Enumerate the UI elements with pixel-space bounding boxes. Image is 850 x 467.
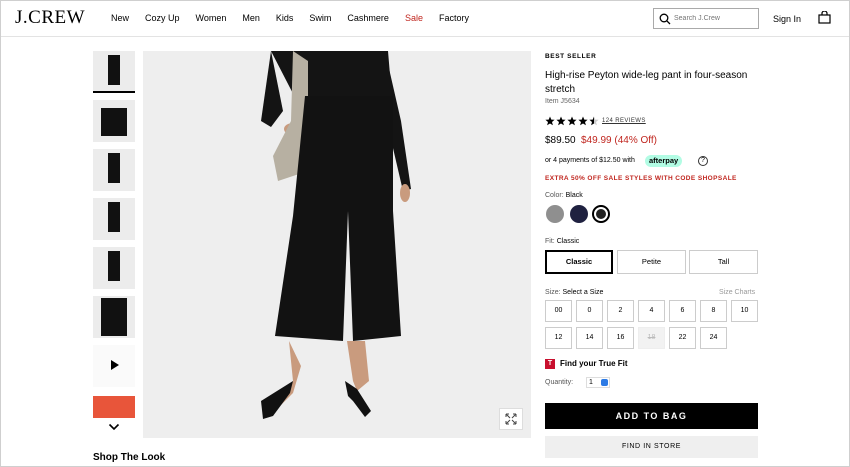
search-icon (659, 13, 671, 25)
swatch-black[interactable] (592, 205, 610, 223)
afterpay-text: or 4 payments of $12.50 with (545, 157, 635, 164)
size-00[interactable]: 00 (545, 300, 572, 322)
color-label: Color: Black (545, 192, 583, 199)
nav-cashmere[interactable]: Cashmere (347, 13, 389, 23)
thumbnail-front-2[interactable] (93, 149, 135, 191)
size-12[interactable]: 12 (545, 327, 572, 349)
size-4[interactable]: 4 (638, 300, 665, 322)
star-icon (578, 116, 588, 126)
thumbnail-back[interactable] (93, 247, 135, 289)
original-price: $89.50 (545, 135, 576, 146)
rating-stars[interactable] (545, 116, 600, 126)
product-main-image[interactable] (143, 51, 531, 438)
search-input[interactable] (674, 12, 754, 25)
star-icon (567, 116, 577, 126)
sale-price: $49.99 (44% Off) (581, 135, 657, 146)
fit-label: Fit: Classic (545, 238, 580, 245)
shopping-bag-icon[interactable] (818, 11, 831, 24)
expand-image-button[interactable] (499, 408, 523, 430)
size-2[interactable]: 2 (607, 300, 634, 322)
find-in-store-button[interactable]: FIND IN STORE (545, 436, 758, 458)
model-figure (261, 51, 411, 419)
thumbnail-flat[interactable] (93, 296, 135, 338)
color-value: Black (565, 192, 583, 199)
nav-kids[interactable]: Kids (276, 13, 294, 23)
thumbnail-front[interactable] (93, 51, 135, 93)
thumbnail-side[interactable] (93, 198, 135, 240)
sign-in-link[interactable]: Sign In (773, 14, 801, 24)
nav-women[interactable]: Women (196, 13, 227, 23)
fit-tall-button[interactable]: Tall (689, 250, 758, 274)
fit-petite-button[interactable]: Petite (617, 250, 686, 274)
nav-swim[interactable]: Swim (309, 13, 331, 23)
jcrew-logo[interactable]: J.CREW (15, 7, 85, 29)
item-number: Item J5634 (545, 98, 580, 105)
truefit-icon: T (545, 359, 555, 369)
swatch-grey[interactable] (546, 205, 564, 223)
nav-factory[interactable]: Factory (439, 13, 469, 23)
thumbnail-video[interactable] (93, 345, 135, 387)
size-8[interactable]: 8 (700, 300, 727, 322)
size-charts-link[interactable]: Size Charts (719, 289, 755, 296)
nav-men[interactable]: Men (242, 13, 260, 23)
star-icon (545, 116, 555, 126)
product-title: High-rise Peyton wide-leg pant in four-s… (545, 70, 748, 95)
quantity-select[interactable]: 1 (586, 377, 610, 388)
help-icon[interactable]: ? (698, 156, 708, 166)
size-10[interactable]: 10 (731, 300, 758, 322)
size-22[interactable]: 22 (669, 327, 696, 349)
half-star-icon (589, 116, 599, 126)
size-value: Select a Size (562, 289, 604, 296)
chevron-down-icon[interactable] (108, 422, 120, 432)
thumbnail-orange[interactable] (93, 396, 135, 418)
play-icon (111, 360, 119, 370)
reviews-link[interactable]: 124 REVIEWS (602, 118, 646, 124)
site-header: J.CREW New Cozy Up Women Men Kids Swim C… (1, 1, 849, 37)
size-6[interactable]: 6 (669, 300, 696, 322)
nav-cozy-up[interactable]: Cozy Up (145, 13, 180, 23)
nav-sale[interactable]: Sale (405, 13, 423, 23)
best-seller-badge: BEST SELLER (545, 53, 597, 60)
quantity-stepper-icon[interactable] (601, 379, 608, 386)
quantity-value: 1 (589, 379, 593, 386)
promo-text: EXTRA 50% OFF SALE STYLES WITH CODE SHOP… (545, 175, 737, 182)
main-nav: New Cozy Up Women Men Kids Swim Cashmere… (111, 13, 485, 23)
fit-classic-button[interactable]: Classic (545, 250, 613, 274)
nav-new[interactable]: New (111, 13, 129, 23)
afterpay-logo[interactable]: afterpay (645, 155, 683, 167)
quantity-label: Quantity: (545, 379, 574, 386)
expand-icon (505, 413, 517, 425)
swatch-navy[interactable] (570, 205, 588, 223)
shop-the-look-heading: Shop The Look (93, 452, 166, 463)
true-fit-link[interactable]: Find your True Fit (560, 359, 628, 368)
size-16[interactable]: 16 (607, 327, 634, 349)
star-icon (556, 116, 566, 126)
fit-value: Classic (556, 238, 580, 245)
size-14[interactable]: 14 (576, 327, 603, 349)
size-label: Size: Select a Size (545, 289, 604, 296)
add-to-bag-button[interactable]: ADD TO BAG (545, 403, 758, 429)
thumbnail-detail[interactable] (93, 100, 135, 142)
search-box[interactable] (653, 8, 759, 29)
size-18-unavailable: 18 (638, 327, 665, 349)
size-24[interactable]: 24 (700, 327, 727, 349)
size-0[interactable]: 0 (576, 300, 603, 322)
